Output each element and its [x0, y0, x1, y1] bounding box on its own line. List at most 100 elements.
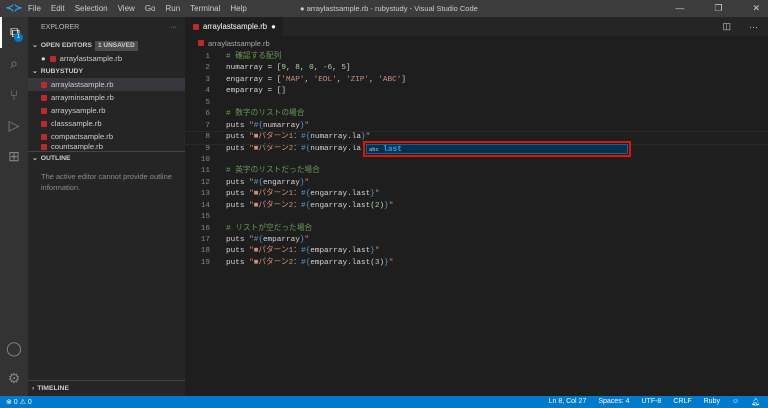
- tab-bar: arraylastsample.rb ● ◫ ···: [185, 17, 768, 36]
- code-token: #{: [253, 178, 263, 187]
- chevron-down-icon: ⌄: [32, 155, 38, 162]
- sidebar: EXPLORER ··· ⌄ OPEN EDITORS 1 UNSAVED ● arra…: [28, 17, 185, 396]
- file-item[interactable]: countsample.rb: [28, 143, 185, 150]
- code-token: ,: [313, 64, 323, 73]
- code-line[interactable]: 16 # リストが空だった場合: [185, 224, 768, 235]
- menu-selection[interactable]: Selection: [75, 4, 108, 13]
- menu-view[interactable]: View: [118, 4, 135, 13]
- line-text: puts "■パターン1：#{numarray.la}": [226, 132, 370, 143]
- split-editor-icon[interactable]: ◫: [722, 21, 731, 32]
- gear-icon[interactable]: ⚙: [0, 363, 28, 394]
- file-item[interactable]: classsample.rb: [28, 117, 185, 130]
- line-text: puts "■パターン2：#{engarray.last(2)}": [226, 201, 393, 212]
- file-label: countsample.rb: [51, 143, 103, 150]
- ruby-file-icon: [41, 107, 47, 114]
- code-area[interactable]: 1 # 確認する配列 2 numarray = [9, 8, 0, -6, 5] 3 en…: [184, 52, 768, 269]
- code-token: #{: [300, 144, 311, 153]
- open-editor-item[interactable]: ● arraylastsample.rb: [28, 52, 185, 65]
- code-token: ": [374, 190, 380, 199]
- line-text: # 英字のリストだった場合: [226, 166, 320, 177]
- line-number: 7: [205, 121, 210, 130]
- chevron-right-icon: ›: [32, 385, 35, 392]
- project-section[interactable]: ⌄ RUBYSTUDY: [28, 65, 185, 78]
- code-token: # 英字のリストだった場合: [226, 167, 320, 176]
- explorer-icon[interactable]: ⧉ 1: [0, 17, 28, 48]
- minimize-button[interactable]: —: [675, 3, 684, 14]
- file-item[interactable]: arraylastsample.rb: [28, 78, 185, 91]
- unsaved-badge: 1 UNSAVED: [94, 40, 138, 51]
- file-label: arrayminsample.rb: [51, 93, 114, 102]
- menu-file[interactable]: File: [28, 4, 41, 13]
- outline-section: ⌄ OUTLINE The active editor cannot provid…: [28, 151, 185, 199]
- cursor-position[interactable]: Ln 8, Col 27: [549, 398, 587, 406]
- code-line[interactable]: 2 numarray = [9, 8, 0, -6, 5]: [185, 63, 768, 74]
- encoding[interactable]: UTF-8: [641, 398, 661, 406]
- maximize-button[interactable]: ❐: [714, 3, 722, 14]
- eol[interactable]: CRLF: [673, 398, 691, 406]
- suggest-widget[interactable]: abc last: [363, 141, 631, 157]
- code-line[interactable]: 17 puts "#{emparray}": [185, 235, 768, 246]
- code-line[interactable]: 14 puts "■パターン2：#{engarray.last(2)}": [185, 201, 768, 212]
- code-line[interactable]: 7 puts "#{numarray}": [185, 121, 768, 132]
- file-item[interactable]: arrayminsample.rb: [28, 91, 185, 104]
- explorer-title: EXPLORER: [41, 24, 80, 31]
- menu-terminal[interactable]: Terminal: [190, 4, 220, 13]
- feedback-icon[interactable]: ☺: [732, 398, 739, 406]
- code-line[interactable]: 11 # 英字のリストだった場合: [185, 166, 768, 177]
- tab-arraylastsample[interactable]: arraylastsample.rb ●: [185, 17, 283, 36]
- problems-indicator[interactable]: ⊗ 0 ⚠ 0: [0, 398, 32, 406]
- file-item[interactable]: compactsample.rb: [28, 130, 185, 143]
- ruby-file-icon: [41, 81, 47, 88]
- line-text: # リストが空だった場合: [226, 224, 312, 235]
- code-line[interactable]: 6 # 数字のリストの場合: [185, 109, 768, 120]
- source-control-icon[interactable]: ⑂: [0, 79, 28, 110]
- code-token: 'ABC': [378, 75, 402, 84]
- more-actions-icon[interactable]: ···: [749, 22, 758, 32]
- run-debug-icon[interactable]: ▷: [0, 110, 28, 141]
- line-text: puts "#{numarray}": [226, 121, 309, 132]
- outline-message: The active editor cannot provide outline…: [41, 172, 172, 192]
- breadcrumb[interactable]: arraylastsample.rb: [185, 36, 768, 50]
- menu-run[interactable]: Run: [165, 4, 180, 13]
- code-token: numarray: [262, 121, 300, 130]
- code-line[interactable]: 13 puts "■パターン1：#{engarray.last}": [185, 189, 768, 200]
- code-token: 'EOL': [313, 75, 337, 84]
- code-token: engarray.last(: [310, 201, 375, 210]
- outline-header[interactable]: ⌄ OUTLINE: [28, 152, 185, 165]
- line-number: 3: [205, 75, 210, 84]
- code-line[interactable]: 15: [185, 212, 768, 223]
- menu-edit[interactable]: Edit: [51, 4, 65, 13]
- file-label: arrayysample.rb: [51, 106, 106, 115]
- extensions-icon[interactable]: ⊞: [0, 141, 28, 172]
- language-mode[interactable]: Ruby: [704, 398, 720, 406]
- chevron-down-icon: ⌄: [32, 42, 38, 49]
- code-line[interactable]: 12 puts "#{engarray}": [185, 178, 768, 189]
- file-item[interactable]: arrayysample.rb: [28, 104, 185, 117]
- more-actions-button[interactable]: ···: [170, 17, 177, 39]
- ruby-file-icon: [193, 23, 199, 30]
- account-icon[interactable]: ◯: [0, 333, 28, 364]
- line-number: 1: [205, 53, 210, 61]
- activity-bar: ⧉ 1 ⌕ ⑂ ▷ ⊞ ◯ ⚙: [0, 17, 28, 396]
- code-line[interactable]: 18 puts "■パターン1：#{emparray.last}": [185, 246, 768, 257]
- code-line[interactable]: 1 # 確認する配列: [185, 52, 768, 63]
- code-line[interactable]: 4 emparray = []: [185, 86, 768, 97]
- code-token: ,: [304, 75, 314, 84]
- code-token: -6: [322, 64, 333, 73]
- close-button[interactable]: ✕: [752, 3, 760, 14]
- code-line[interactable]: 19 puts "■パターン2：#{emparray.last(3)}": [185, 258, 768, 269]
- dirty-dot-icon: ●: [41, 54, 46, 63]
- dirty-dot-icon[interactable]: ●: [271, 22, 276, 31]
- bell-icon[interactable]: 🔔︎: [751, 398, 760, 406]
- menu-help[interactable]: Help: [230, 4, 246, 13]
- search-icon[interactable]: ⌕: [0, 48, 28, 79]
- code-line[interactable]: 3 engarray = ['MAP', 'EOL', 'ZIP', 'ABC']: [185, 75, 768, 86]
- indentation[interactable]: Spaces: 4: [598, 398, 629, 406]
- menu-go[interactable]: Go: [145, 4, 156, 13]
- suggest-item[interactable]: abc last: [366, 144, 628, 154]
- timeline-section[interactable]: › TIMELINE: [28, 380, 185, 396]
- open-editors-section[interactable]: ⌄ OPEN EDITORS 1 UNSAVED: [28, 39, 185, 52]
- line-number: 18: [200, 247, 210, 256]
- code-line[interactable]: 5: [185, 98, 768, 109]
- line-text: puts "#{engarray}": [226, 178, 309, 189]
